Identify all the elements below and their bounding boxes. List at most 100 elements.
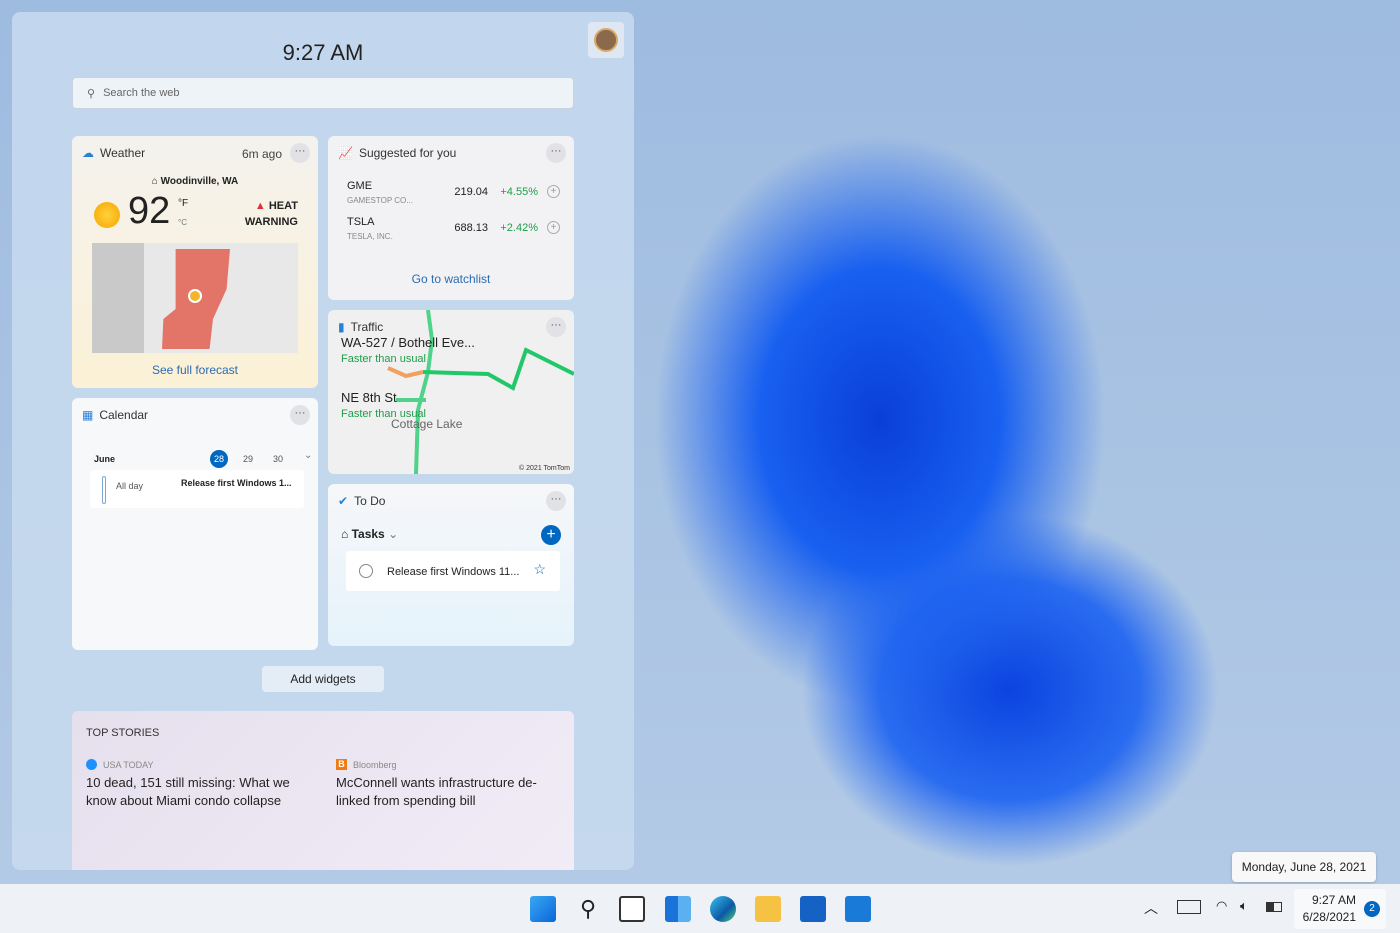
route-status: Faster than usual xyxy=(341,353,426,365)
battery-icon[interactable] xyxy=(1266,902,1282,912)
top-stories: TOP STORIES USA TODAY 10 dead, 151 still… xyxy=(72,711,574,870)
map-credit: © 2021 TomTom xyxy=(519,465,570,472)
location: Woodinville, WA xyxy=(160,176,239,187)
stock-row[interactable]: GME GAMESTOP CO... 219.04 +4.55% + xyxy=(328,180,574,214)
stock-price: 219.04 xyxy=(454,186,488,198)
search-icon[interactable]: ⚲ xyxy=(575,896,601,922)
clock-button[interactable]: 9:27 AM 6/28/2021 2 xyxy=(1294,889,1386,929)
tray-time: 9:27 AM xyxy=(1311,893,1356,907)
add-task-button[interactable]: + xyxy=(541,525,561,545)
map-label: Cottage Lake xyxy=(391,417,463,431)
month-label: June xyxy=(94,454,116,464)
stock-change: +4.55% xyxy=(500,186,538,198)
stocks-widget[interactable]: 📈 Suggested for you ··· GME GAMESTOP CO..… xyxy=(328,136,574,300)
more-button[interactable]: ··· xyxy=(290,405,310,425)
taskbar: ⚲ ︿ ◠ 🔈︎ 9:27 AM 6/28/2021 2 xyxy=(0,884,1400,933)
cloud-icon: ☁ xyxy=(82,146,94,160)
stock-name: GAMESTOP CO... xyxy=(347,196,413,205)
headline: 10 dead, 151 still missing: What we know… xyxy=(86,775,290,808)
widget-title: Traffic xyxy=(350,320,384,334)
clock: 9:27 AM xyxy=(282,40,364,65)
more-button[interactable]: ··· xyxy=(546,317,566,337)
see-forecast-link[interactable]: See full forecast xyxy=(72,363,318,377)
stock-price: 688.13 xyxy=(454,222,488,234)
widgets-panel: 9:27 AM ⚲ Search the web ☁ Weather 6m ago … xyxy=(12,12,634,870)
stock-row[interactable]: TSLA TESLA, INC. 688.13 +2.42% + xyxy=(328,216,574,250)
traffic-light-icon: ▮ xyxy=(338,320,345,334)
task-checkbox[interactable] xyxy=(359,564,373,578)
start-icon[interactable] xyxy=(530,896,556,922)
star-icon[interactable]: ☆ xyxy=(533,561,546,578)
add-stock-icon[interactable]: + xyxy=(547,221,560,234)
widget-title: Calendar xyxy=(99,408,149,422)
task-list-selector[interactable]: ⌂ Tasks ⌄ xyxy=(341,527,398,541)
add-stock-icon[interactable]: + xyxy=(547,185,560,198)
weather-widget[interactable]: ☁ Weather 6m ago ··· ⌂ Woodinville, WA 92… xyxy=(72,136,318,388)
check-icon: ✔ xyxy=(338,494,349,508)
date-tooltip: Monday, June 28, 2021 xyxy=(1232,852,1376,882)
weather-map[interactable] xyxy=(92,243,298,353)
more-button[interactable]: ··· xyxy=(546,491,566,511)
mail-icon[interactable] xyxy=(845,896,871,922)
volume-icon[interactable]: 🔈︎ xyxy=(1240,898,1248,914)
story[interactable]: USA TODAY 10 dead, 151 still missing: Wh… xyxy=(86,759,306,810)
day-selected[interactable]: 28 xyxy=(210,450,228,468)
file-explorer-icon[interactable] xyxy=(755,896,781,922)
stock-change: +2.42% xyxy=(500,222,538,234)
event-time: All day xyxy=(116,481,144,491)
updated-time: 6m ago xyxy=(241,147,282,161)
watchlist-link[interactable]: Go to watchlist xyxy=(328,272,574,286)
wifi-icon[interactable]: ◠ xyxy=(1216,898,1227,914)
search-input[interactable]: ⚲ Search the web xyxy=(72,77,574,109)
widget-title: To Do xyxy=(354,494,386,508)
task-item[interactable]: Release first Windows 11... ☆ xyxy=(346,551,560,591)
edge-icon[interactable] xyxy=(710,896,736,922)
stock-symbol: GME xyxy=(347,180,373,192)
task-title: Release first Windows 11... xyxy=(387,566,520,578)
calendar-widget[interactable]: ▦ Calendar ··· June 28 29 30 ⌄ All day Re… xyxy=(72,398,318,650)
home-icon: ⌂ xyxy=(151,176,158,187)
calendar-event[interactable]: All day Release first Windows 1... xyxy=(90,470,304,508)
user-photo xyxy=(594,28,618,52)
add-widgets-button[interactable]: Add widgets xyxy=(262,666,384,692)
bloomberg-logo: B xyxy=(336,759,347,770)
more-button[interactable]: ··· xyxy=(546,143,566,163)
warning-icon: ▲ xyxy=(254,200,266,212)
calendar-icon: ▦ xyxy=(82,408,94,422)
search-placeholder: Search the web xyxy=(103,87,180,99)
chevron-down-icon[interactable]: ⌄ xyxy=(304,450,312,461)
avatar[interactable] xyxy=(588,22,624,58)
sun-icon xyxy=(94,202,120,228)
headline: McConnell wants infrastructure de-linked… xyxy=(336,775,537,808)
widget-title: Suggested for you xyxy=(358,146,457,160)
widget-title: Weather xyxy=(100,146,146,160)
route-name: WA-527 / Bothell Eve... xyxy=(341,335,475,350)
story[interactable]: B Bloomberg McConnell wants infrastructur… xyxy=(336,759,556,810)
stock-symbol: TSLA xyxy=(347,216,375,228)
widgets-icon[interactable] xyxy=(665,896,691,922)
day[interactable]: 30 xyxy=(273,454,283,464)
section-title: TOP STORIES xyxy=(86,727,160,739)
stock-name: TESLA, INC. xyxy=(347,232,393,241)
todo-widget[interactable]: ✔ To Do ··· ⌂ Tasks ⌄ + Release first Win… xyxy=(328,484,574,646)
home-icon: ⌂ xyxy=(341,527,349,541)
tray-date: 6/28/2021 xyxy=(1302,910,1356,924)
event-title: Release first Windows 1... xyxy=(181,478,292,488)
route-name: NE 8th St xyxy=(341,390,397,405)
temperature: 92 xyxy=(128,190,171,232)
usa-today-logo xyxy=(86,759,97,770)
unit-c[interactable]: °C xyxy=(178,218,187,227)
keyboard-icon[interactable] xyxy=(1177,900,1201,914)
heat-warning[interactable]: ▲ HEAT WARNING xyxy=(245,198,298,230)
chevron-up-icon[interactable]: ︿ xyxy=(1144,898,1158,918)
notification-badge[interactable]: 2 xyxy=(1364,901,1380,917)
chart-icon: 📈 xyxy=(338,146,353,160)
search-icon: ⚲ xyxy=(87,87,96,100)
chevron-down-icon: ⌄ xyxy=(388,527,399,541)
day[interactable]: 29 xyxy=(243,454,253,464)
task-view-icon[interactable] xyxy=(619,896,645,922)
more-button[interactable]: ··· xyxy=(290,143,310,163)
unit-f[interactable]: °F xyxy=(178,198,188,209)
traffic-widget[interactable]: ▮ Traffic ··· WA-527 / Bothell Eve... Fas… xyxy=(328,310,574,474)
store-icon[interactable] xyxy=(800,896,826,922)
